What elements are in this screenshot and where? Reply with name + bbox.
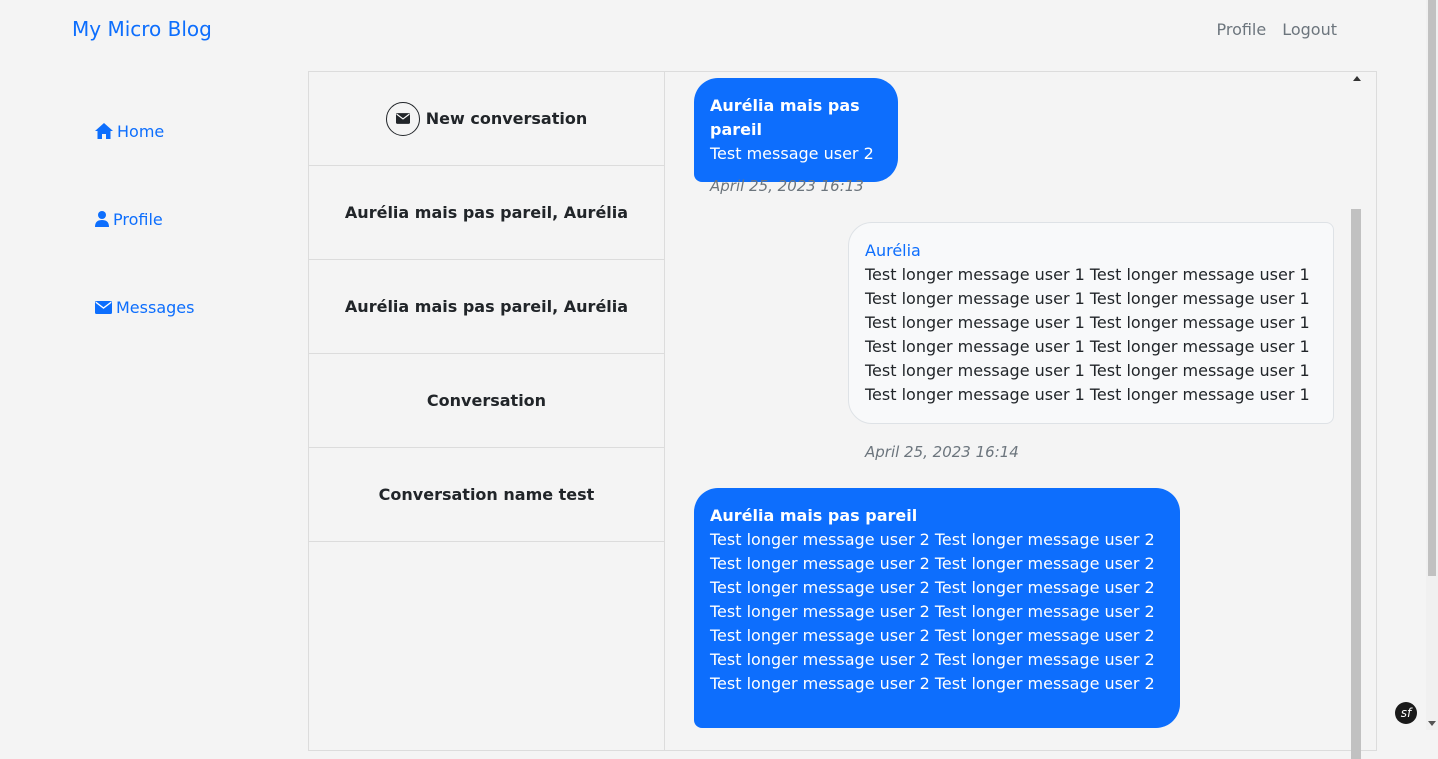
envelope-icon [385,101,420,136]
sidebar: Home Profile Messages [95,120,194,384]
page-scrollbar[interactable] [1426,0,1438,730]
sidebar-item-profile[interactable]: Profile [95,208,194,230]
message-bubble: Aurélia mais pas pareil Test message use… [694,78,898,182]
symfony-toolbar-icon[interactable]: sf [1395,702,1417,724]
page-scrollbar-thumb[interactable] [1428,0,1436,576]
message-bubble: Aurélia mais pas pareil Test longer mess… [694,488,1180,728]
scroll-up-arrow-icon[interactable] [1353,76,1361,81]
message-timestamp: April 25, 2023 16:14 [865,443,1019,461]
message-author: Aurélia [865,241,921,260]
sidebar-item-label: Messages [116,297,195,317]
conversation-item[interactable]: Conversation name test [309,448,664,542]
message-text: Test longer message user 1 Test longer m… [865,265,1310,404]
nav-logout-link[interactable]: Logout [1282,20,1337,39]
navbar-links: Profile Logout [1216,20,1337,39]
new-conversation-label: New conversation [425,109,588,128]
conversation-item[interactable]: Aurélia mais pas pareil, Aurélia [309,260,664,354]
message-timestamp: April 25, 2023 16:13 [710,177,864,195]
conversation-item[interactable]: Conversation [309,354,664,448]
message-text: Test message user 2 [710,144,874,163]
sidebar-item-label: Home [117,121,165,141]
messages-panel: New conversation Aurélia mais pas pareil… [308,71,1377,759]
envelope-icon [95,300,112,314]
message-author: Aurélia mais pas pareil [710,506,918,525]
sidebar-item-home[interactable]: Home [95,120,194,142]
scroll-down-arrow-icon[interactable] [1428,721,1436,726]
navbar: My Micro Blog Profile Logout [0,0,1426,60]
message-author: Aurélia mais pas pareil [710,96,860,139]
conversation-item[interactable]: Aurélia mais pas pareil, Aurélia [309,166,664,260]
message-bubble: Aurélia Test longer message user 1 Test … [848,222,1334,424]
message-scrollbar[interactable] [1350,72,1361,759]
new-conversation-button[interactable]: New conversation [309,72,664,166]
nav-profile-link[interactable]: Profile [1216,20,1266,39]
message-thread[interactable]: Aurélia mais pas pareil Test message use… [666,72,1352,750]
sidebar-item-label: Profile [113,209,163,229]
conversation-list: New conversation Aurélia mais pas pareil… [309,72,665,750]
home-icon [95,123,113,139]
user-icon [95,211,109,227]
sidebar-item-messages[interactable]: Messages [95,296,194,318]
brand-link[interactable]: My Micro Blog [72,17,212,41]
message-text: Test longer message user 2 Test longer m… [710,530,1155,693]
scrollbar-thumb[interactable] [1351,209,1361,759]
